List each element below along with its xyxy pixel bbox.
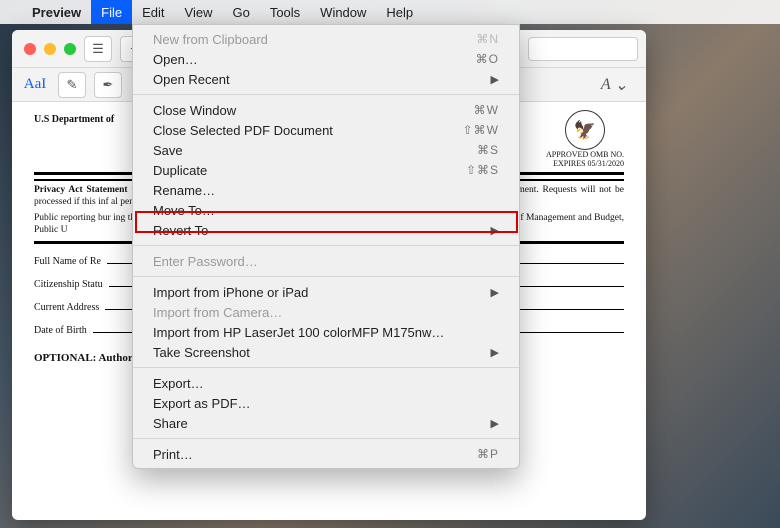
menu-item-save[interactable]: Save ⌘S — [133, 140, 519, 160]
menu-item-close-selected-pdf-document[interactable]: Close Selected PDF Document ⇧⌘W — [133, 120, 519, 140]
menu-item-new-from-clipboard: New from Clipboard ⌘N — [133, 29, 519, 49]
omb-approval: APPROVED OMB NO. EXPIRES 05/31/2020 — [546, 150, 624, 168]
menu-item-shortcut: ⇧⌘W — [463, 123, 499, 137]
menu-separator — [133, 438, 519, 439]
menu-item-label: Open… — [153, 52, 198, 67]
menu-item-label: New from Clipboard — [153, 32, 268, 47]
menu-item-shortcut: ⌘W — [474, 103, 499, 117]
menu-item-open-recent[interactable]: Open Recent ▶ — [133, 69, 519, 89]
menu-item-label: Take Screenshot — [153, 345, 250, 360]
search-field[interactable] — [528, 37, 638, 61]
menu-view[interactable]: View — [175, 0, 223, 24]
menu-edit[interactable]: Edit — [132, 0, 174, 24]
menu-separator — [133, 94, 519, 95]
menu-item-label: Enter Password… — [153, 254, 258, 269]
submenu-arrow-icon: ▶ — [491, 346, 499, 359]
menu-item-import-from-iphone-or-ipad[interactable]: Import from iPhone or iPad ▶ — [133, 282, 519, 302]
menu-item-share[interactable]: Share ▶ — [133, 413, 519, 433]
menu-item-move-to[interactable]: Move To… — [133, 200, 519, 220]
omb-line2: EXPIRES 05/31/2020 — [546, 159, 624, 168]
menu-item-rename[interactable]: Rename… — [133, 180, 519, 200]
close-window-button[interactable] — [24, 43, 36, 55]
menu-item-shortcut: ⌘S — [477, 143, 499, 157]
menu-item-label: Import from HP LaserJet 100 colorMFP M17… — [153, 325, 444, 340]
menu-item-enter-password: Enter Password… — [133, 251, 519, 271]
pencil-icon: ✎ — [67, 77, 78, 93]
menu-window[interactable]: Window — [310, 0, 376, 24]
menu-item-shortcut: ⌘N — [476, 32, 499, 46]
menu-item-label: Rename… — [153, 183, 215, 198]
submenu-arrow-icon: ▶ — [491, 224, 499, 237]
font-style-picker[interactable]: A ⌄ — [601, 75, 638, 95]
menu-go[interactable]: Go — [222, 0, 259, 24]
menu-item-label: Close Window — [153, 103, 236, 118]
file-menu-dropdown: New from Clipboard ⌘N Open… ⌘O Open Recent ▶ C… — [132, 24, 520, 469]
menu-item-revert-to[interactable]: Revert To ▶ — [133, 220, 519, 240]
menu-item-duplicate[interactable]: Duplicate ⇧⌘S — [133, 160, 519, 180]
menu-item-label: Duplicate — [153, 163, 207, 178]
menu-tools[interactable]: Tools — [260, 0, 310, 24]
menu-item-label: Close Selected PDF Document — [153, 123, 333, 138]
menu-item-import-from-camera: Import from Camera… — [133, 302, 519, 322]
menu-item-shortcut: ⇧⌘S — [466, 163, 499, 177]
menu-item-export-as-pdf[interactable]: Export as PDF… — [133, 393, 519, 413]
menu-item-label: Export… — [153, 376, 204, 391]
menu-item-take-screenshot[interactable]: Take Screenshot ▶ — [133, 342, 519, 362]
menu-item-label: Import from Camera… — [153, 305, 282, 320]
submenu-arrow-icon: ▶ — [491, 286, 499, 299]
omb-line1: APPROVED OMB NO. — [546, 150, 624, 159]
menu-separator — [133, 276, 519, 277]
app-name[interactable]: Preview — [22, 5, 91, 20]
signature-icon: ✒ — [103, 77, 114, 93]
menu-separator — [133, 367, 519, 368]
menu-item-import-from-hp-laserjet-100-colormfp-m175nw[interactable]: Import from HP LaserJet 100 colorMFP M17… — [133, 322, 519, 342]
menu-item-label: Share — [153, 416, 188, 431]
font-style-label: A — [601, 76, 611, 94]
privacy-lead: Privacy Act Statement — [34, 185, 128, 195]
menu-item-label: Import from iPhone or iPad — [153, 285, 308, 300]
menu-item-shortcut: ⌘O — [476, 52, 499, 66]
menubar: Preview File Edit View Go Tools Window H… — [0, 0, 780, 24]
menu-item-shortcut: ⌘P — [477, 447, 499, 461]
department-seal-icon: 🦅 — [565, 110, 605, 150]
menu-help[interactable]: Help — [376, 0, 423, 24]
field-label: Current Address — [34, 302, 99, 313]
menu-item-label: Save — [153, 143, 183, 158]
menu-item-print[interactable]: Print… ⌘P — [133, 444, 519, 464]
sidebar-icon: ☰ — [92, 41, 104, 57]
menu-file[interactable]: File — [91, 0, 132, 24]
text-tool-button[interactable]: AaI — [20, 76, 50, 93]
menu-item-close-window[interactable]: Close Window ⌘W — [133, 100, 519, 120]
submenu-arrow-icon: ▶ — [491, 417, 499, 430]
zoom-window-button[interactable] — [64, 43, 76, 55]
submenu-arrow-icon: ▶ — [491, 73, 499, 86]
menu-separator — [133, 245, 519, 246]
minimize-window-button[interactable] — [44, 43, 56, 55]
field-label: Full Name of Re — [34, 256, 101, 267]
menu-item-label: Print… — [153, 447, 193, 462]
field-label: Citizenship Statu — [34, 279, 103, 290]
sign-button[interactable]: ✒ — [94, 72, 122, 98]
menu-item-label: Move To… — [153, 203, 215, 218]
field-label: Date of Birth — [34, 325, 87, 336]
menu-item-label: Export as PDF… — [153, 396, 251, 411]
menu-item-label: Open Recent — [153, 72, 230, 87]
window-controls — [20, 43, 76, 55]
menu-item-open[interactable]: Open… ⌘O — [133, 49, 519, 69]
menu-item-export[interactable]: Export… — [133, 373, 519, 393]
sidebar-toggle-button[interactable]: ☰ — [84, 36, 112, 62]
chevron-down-icon: ⌄ — [615, 75, 628, 95]
menu-item-label: Revert To — [153, 223, 208, 238]
annotate-button[interactable]: ✎ — [58, 72, 86, 98]
